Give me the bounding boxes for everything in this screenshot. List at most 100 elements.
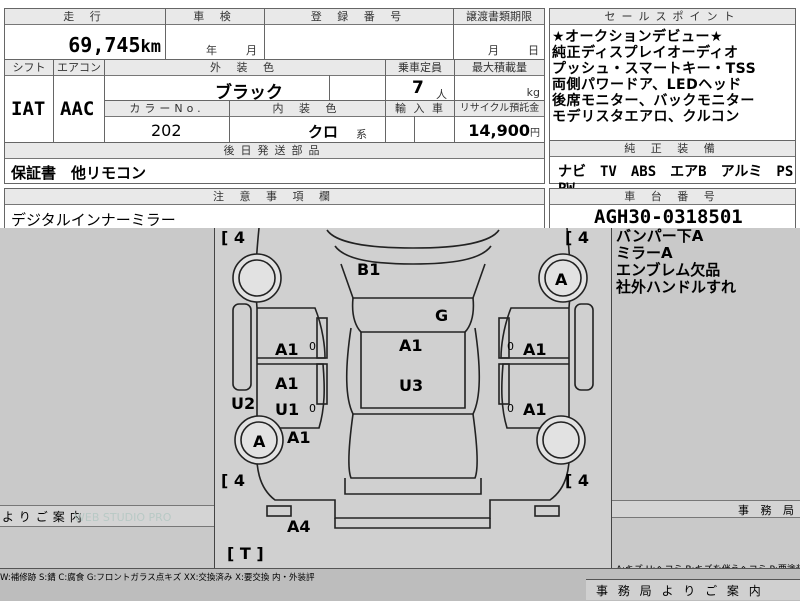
import-cell: 輸 入 車 — [385, 100, 455, 144]
max-load-cell: 最大積載量 kg — [454, 59, 545, 101]
capacity-cell: 乗車定員 7 人 — [385, 59, 455, 101]
office-header-text: 事 務 局 — [738, 504, 798, 517]
damage-mark: A1 — [275, 374, 299, 393]
chassis-no-value: AGH30-0318501 — [594, 206, 743, 228]
sales-point-line: モデリスタエアロ、クルコン — [552, 109, 740, 125]
interior-color-suffix: 系 — [356, 128, 367, 141]
damage-mark: G — [435, 306, 449, 325]
damage-mark: A1 — [275, 340, 299, 359]
tire-mark-rl: [ 4 — [221, 471, 246, 490]
damage-mark: A1 — [399, 336, 423, 355]
damage-diagram: [ 4 [ 4 [ 4 [ 4 [ T ] B1 G A1 A1 A1 A1 U… — [214, 228, 612, 568]
inspection-year-label: 年 — [206, 44, 217, 57]
mileage-header: 走 行 — [5, 9, 165, 25]
aircon-cell: エアコン AAC — [53, 59, 105, 143]
small-marker: 0 — [507, 340, 514, 353]
inspector-note-line: エンブレム欠品 — [616, 261, 721, 279]
windshield-outline — [351, 297, 475, 333]
inspector-note-line: ミラーA — [616, 244, 673, 262]
color-no-value: 202 — [151, 121, 182, 140]
recycle-header: リサイクル預託金 — [455, 101, 544, 117]
max-load-unit: kg — [526, 86, 540, 99]
sales-point-line: ★オークションデビュー★ — [552, 29, 724, 45]
genuine-equipment-header: 純 正 装 備 — [550, 141, 795, 157]
recycle-value: 14,900円 — [468, 121, 540, 140]
car-diagram-svg — [232, 228, 594, 529]
office-header: 事 務 局 — [612, 500, 800, 518]
shift-value: IAT — [11, 98, 46, 120]
interior-color-header: 内 装 色 — [230, 101, 385, 117]
transfer-deadline-header: 譲渡書類期限 — [454, 9, 544, 25]
exterior-color-header: 外 装 色 — [105, 60, 385, 76]
max-load-header: 最大積載量 — [455, 60, 544, 76]
hood-outline — [326, 229, 500, 249]
damage-mark: U2 — [231, 394, 256, 413]
bottom-strip: W:補修跡 S:錆 C:腐食 G:フロントガラス点キズ XX:交換済み X:要交… — [0, 568, 800, 601]
sales-point-cell: セールスポイント ★オークションデビュー★ 純正ディスプレイオーディオ プッシュ… — [549, 8, 796, 141]
interior-color-value: クロ — [308, 123, 339, 141]
recycle-amount: 14,900 — [468, 121, 530, 140]
spare-tire-mark: [ T ] — [227, 544, 264, 563]
import-header: 輸 入 車 — [386, 101, 454, 117]
small-marker: 0 — [507, 402, 514, 415]
mileage-value: 69,745km — [68, 33, 161, 57]
tire-front-left — [232, 253, 282, 303]
later-parts-value: 保証書 他リモコン — [11, 164, 147, 182]
sales-point-line: 後席モニター、バックモニター — [552, 93, 755, 109]
registration-cell: 登 録 番 号 — [264, 8, 454, 60]
chassis-no-cell: 車 台 番 号 AGH30-0318501 — [549, 188, 796, 228]
legend-left: W:補修跡 S:錆 C:腐食 G:フロントガラス点キズ XX:交換済み X:要交… — [0, 573, 315, 583]
body-outline — [254, 228, 572, 519]
damage-mark: U3 — [399, 376, 424, 395]
watermark: WEB STUDIO PRO — [74, 511, 172, 524]
sales-point-line: 純正ディスプレイオーディオ — [552, 45, 739, 61]
tire-rear-right — [536, 415, 586, 465]
aircon-header: エアコン — [54, 60, 104, 76]
shift-cell: シフト IAT — [4, 59, 54, 143]
capacity-value: 7 — [412, 78, 424, 98]
damage-mark: A1 — [287, 428, 311, 447]
mileage-number: 69,745 — [68, 33, 141, 57]
registration-header: 登 録 番 号 — [265, 9, 453, 25]
damage-mark: A4 — [287, 517, 311, 536]
inspection-cell: 車 検 年 月 — [165, 8, 265, 60]
transfer-day-label: 日 — [528, 44, 539, 57]
damage-mark: B1 — [357, 260, 381, 279]
office-info-bottom: 事 務 局 よ り ご 案 内 — [586, 579, 800, 600]
capacity-header: 乗車定員 — [386, 60, 454, 76]
inspection-month-label: 月 — [246, 44, 257, 57]
recycle-unit: 円 — [530, 128, 540, 139]
damage-mark: A1 — [523, 400, 547, 419]
inspection-header: 車 検 — [166, 9, 264, 25]
sales-point-line: プッシュ・スマートキー・TSS — [552, 61, 757, 77]
transfer-deadline-cell: 譲渡書類期限 月 日 — [453, 8, 545, 60]
office-info-left: よりご案内 WEB STUDIO PRO — [0, 505, 214, 527]
notes-cell: 注 意 事 項 欄 デジタルインナーミラー — [4, 188, 545, 229]
tire-mark-fr: [ 4 — [565, 228, 590, 247]
inspector-notes: バンパー下A ミラーA エンブレム欠品 社外ハンドルすれ — [616, 228, 800, 296]
small-marker: 0 — [309, 340, 316, 353]
damage-mark: U1 — [275, 400, 300, 419]
shift-header: シフト — [5, 60, 53, 76]
genuine-equipment-cell: 純 正 装 備 ナビ TV ABS エアB アルミ PS PW — [549, 140, 800, 197]
damage-mark: A1 — [523, 340, 547, 359]
color-no-header: カラーNo. — [105, 101, 229, 117]
mileage-unit: km — [140, 37, 161, 57]
inspector-note-line: バンパー下A — [616, 227, 704, 245]
damage-mark: A — [555, 270, 568, 289]
notes-value: デジタルインナーミラー — [11, 211, 176, 229]
interior-color-cell: 内 装 色 クロ 系 — [229, 100, 386, 143]
inspection-sheet-top: 走 行 69,745km 車 検 年 月 登 録 番 号 譲渡書類期限 月 日 … — [0, 0, 800, 229]
later-parts-cell: 後日発送部品 保証書 他リモコン — [4, 142, 545, 184]
notes-header: 注 意 事 項 欄 — [5, 189, 544, 205]
inspector-note-line: 社外ハンドルすれ — [616, 278, 737, 296]
sales-point-header: セールスポイント — [550, 9, 795, 25]
chassis-no-header: 車 台 番 号 — [550, 189, 795, 205]
sales-point-list: ★オークションデビュー★ 純正ディスプレイオーディオ プッシュ・スマートキー・T… — [552, 29, 756, 125]
exterior-color-cell: 外 装 色 ブラック — [104, 59, 386, 103]
tire-mark-fl: [ 4 — [221, 228, 246, 247]
mileage-cell: 走 行 69,745km — [4, 8, 166, 60]
aircon-value: AAC — [60, 98, 95, 120]
office-info-bottom-text: 事 務 局 よ り ご 案 内 — [596, 584, 764, 598]
tire-mark-rr: [ 4 — [565, 471, 590, 490]
